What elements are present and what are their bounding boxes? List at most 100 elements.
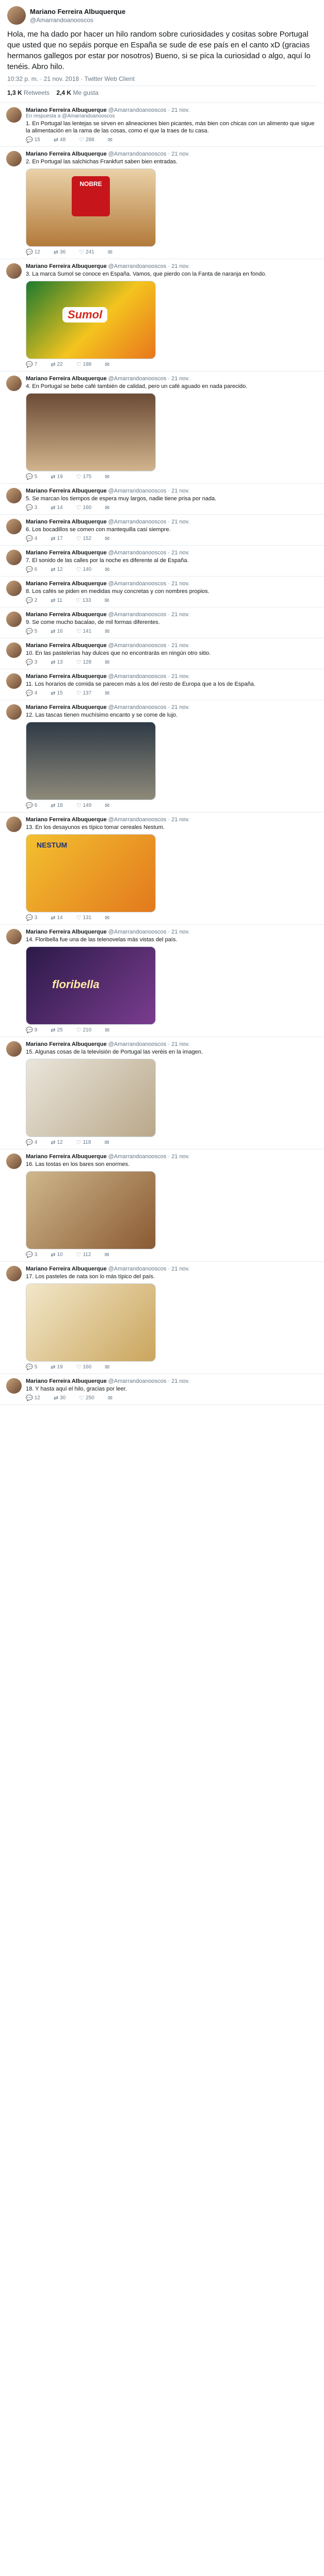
tweet-image[interactable] [26,722,156,800]
retweet-button[interactable]: ⇄ 14 [51,504,62,511]
author-name[interactable]: Mariano Ferreira Albuquerque [26,488,107,494]
author-handle[interactable]: @Amarrandoanooscos · 21 nov. [108,488,190,494]
share-button[interactable]: ✉ [104,597,109,604]
reply-button[interactable]: 💬 2 [26,597,37,604]
thread-tweet[interactable]: Mariano Ferreira Albuquerque @Amarrandoa… [0,669,324,700]
avatar[interactable] [6,1266,22,1281]
share-button[interactable]: ✉ [105,628,109,635]
thread-tweet[interactable]: Mariano Ferreira Albuquerque @Amarrandoa… [0,546,324,577]
author-handle[interactable]: @Amarrandoanooscos · 21 nov. [108,817,190,823]
tweet-image[interactable]: Sumol [26,281,156,359]
thread-tweet[interactable]: Mariano Ferreira Albuquerque @Amarrandoa… [0,259,324,371]
share-button[interactable]: ✉ [105,659,109,666]
thread-tweet[interactable]: Mariano Ferreira Albuquerque @Amarrandoa… [0,371,324,484]
author-name[interactable]: Mariano Ferreira Albuquerque [26,612,107,618]
retweet-button[interactable]: ⇄ 36 [54,249,66,256]
like-button[interactable]: ♡ 131 [76,914,92,921]
author-handle[interactable]: @Amarrandoanooscos · 21 nov. [108,263,190,269]
share-button[interactable]: ✉ [108,137,112,143]
avatar[interactable] [6,107,22,123]
share-button[interactable]: ✉ [104,1139,109,1146]
author-name[interactable]: Mariano Ferreira Albuquerque [26,151,107,157]
avatar[interactable] [6,488,22,503]
retweet-label[interactable]: Retweets [24,89,50,96]
thread-tweet[interactable]: Mariano Ferreira Albuquerque @Amarrandoa… [0,515,324,546]
reply-button[interactable]: 💬 3 [26,1251,37,1258]
reply-button[interactable]: 💬 4 [26,1139,37,1146]
retweet-button[interactable]: ⇄ 13 [51,659,62,666]
author-handle[interactable]: @Amarrandoanooscos · 21 nov. [108,704,190,710]
like-button[interactable]: ♡ 118 [76,1139,91,1146]
tweet-image[interactable]: floribella [26,946,156,1025]
avatar[interactable] [6,581,22,596]
author-name[interactable]: Mariano Ferreira Albuquerque [26,107,107,113]
share-button[interactable]: ✉ [108,1395,112,1401]
author-name[interactable]: Mariano Ferreira Albuquerque [26,376,107,382]
retweet-button[interactable]: ⇄ 10 [51,1251,62,1258]
reply-button[interactable]: 💬 3 [26,914,37,921]
avatar[interactable] [6,929,22,944]
thread-tweet[interactable]: Mariano Ferreira Albuquerque @Amarrandoa… [0,607,324,638]
retweet-button[interactable]: ⇄ 19 [51,473,62,480]
thread-tweet[interactable]: Mariano Ferreira Albuquerque @Amarrandoa… [0,484,324,515]
thread-tweet[interactable]: Mariano Ferreira Albuquerque @Amarrandoa… [0,1149,324,1262]
like-button[interactable]: ♡ 140 [76,566,92,573]
like-button[interactable]: ♡ 175 [76,473,92,480]
like-button[interactable]: ♡ 250 [79,1395,94,1401]
author-name[interactable]: Mariano Ferreira Albuquerque [26,704,107,710]
reply-button[interactable]: 💬 15 [26,137,40,143]
tweet-image[interactable]: NESTUM [26,834,156,912]
author-name[interactable]: Mariano Ferreira Albuquerque [26,550,107,556]
reply-button[interactable]: 💬 5 [26,628,37,635]
like-count[interactable]: 2,4 K [56,89,71,96]
author-name[interactable]: Mariano Ferreira Albuquerque [26,642,107,649]
author-name[interactable]: Mariano Ferreira Albuquerque [26,1154,107,1160]
tweet-timestamp[interactable]: 10:32 p. m. · 21 nov. 2018 · Twitter Web… [7,75,317,82]
author-handle[interactable]: @Amarrandoanooscos · 21 nov. [108,612,190,618]
reply-button[interactable]: 💬 4 [26,535,37,542]
author-name[interactable]: Mariano Ferreira Albuquerque [26,929,107,935]
share-button[interactable]: ✉ [105,566,109,573]
like-button[interactable]: ♡ 137 [76,690,92,697]
author-handle[interactable]: @Amarrandoanooscos · 21 nov. [108,1154,190,1160]
author-handle[interactable]: @Amarrandoanooscos · 21 nov. [108,519,190,525]
author-name[interactable]: Mariano Ferreira Albuquerque [26,263,107,269]
share-button[interactable]: ✉ [105,473,109,480]
author-name[interactable]: Mariano Ferreira Albuquerque [26,673,107,680]
avatar[interactable] [6,1041,22,1057]
thread-tweet[interactable]: Mariano Ferreira Albuquerque @Amarrandoa… [0,147,324,259]
retweet-button[interactable]: ⇄ 11 [51,597,62,604]
thread-tweet[interactable]: Mariano Ferreira Albuquerque @Amarrandoa… [0,103,324,147]
tweet-image[interactable] [26,393,156,471]
retweet-button[interactable]: ⇄ 22 [51,361,62,368]
share-button[interactable]: ✉ [105,535,109,542]
avatar[interactable] [6,817,22,832]
reply-button[interactable]: 💬 9 [26,1027,37,1033]
reply-button[interactable]: 💬 6 [26,566,37,573]
retweet-button[interactable]: ⇄ 12 [51,1139,62,1146]
author-name[interactable]: Mariano Ferreira Albuquerque [26,1266,107,1272]
author-handle[interactable]: @Amarrandoanooscos · 21 nov. [108,1041,190,1047]
avatar[interactable] [6,673,22,689]
share-button[interactable]: ✉ [105,1027,109,1033]
like-button[interactable]: ♡ 210 [76,1027,92,1033]
reply-context[interactable]: En respuesta a @Amarrandoanooscos [26,113,318,119]
share-button[interactable]: ✉ [104,1251,109,1258]
retweet-button[interactable]: ⇄ 12 [51,566,62,573]
like-button[interactable]: ♡ 160 [76,504,92,511]
share-button[interactable]: ✉ [105,914,109,921]
author-handle[interactable]: @Amarrandoanooscos [30,16,125,24]
author-handle[interactable]: @Amarrandoanooscos · 21 nov. [108,1378,190,1384]
author-handle[interactable]: @Amarrandoanooscos · 21 nov. [108,581,190,587]
avatar[interactable] [6,151,22,166]
thread-tweet[interactable]: Mariano Ferreira Albuquerque @Amarrandoa… [0,1262,324,1374]
author-handle[interactable]: @Amarrandoanooscos · 21 nov. [108,929,190,935]
tweet-image[interactable] [26,1059,156,1137]
like-button[interactable]: ♡ 152 [76,535,92,542]
retweet-button[interactable]: ⇄ 30 [54,1395,66,1401]
retweet-count[interactable]: 1,3 K [7,89,22,96]
avatar[interactable] [6,550,22,565]
retweet-button[interactable]: ⇄ 19 [51,1364,62,1370]
thread-tweet[interactable]: Mariano Ferreira Albuquerque @Amarrandoa… [0,812,324,925]
author-name[interactable]: Mariano Ferreira Albuquerque [30,8,125,15]
